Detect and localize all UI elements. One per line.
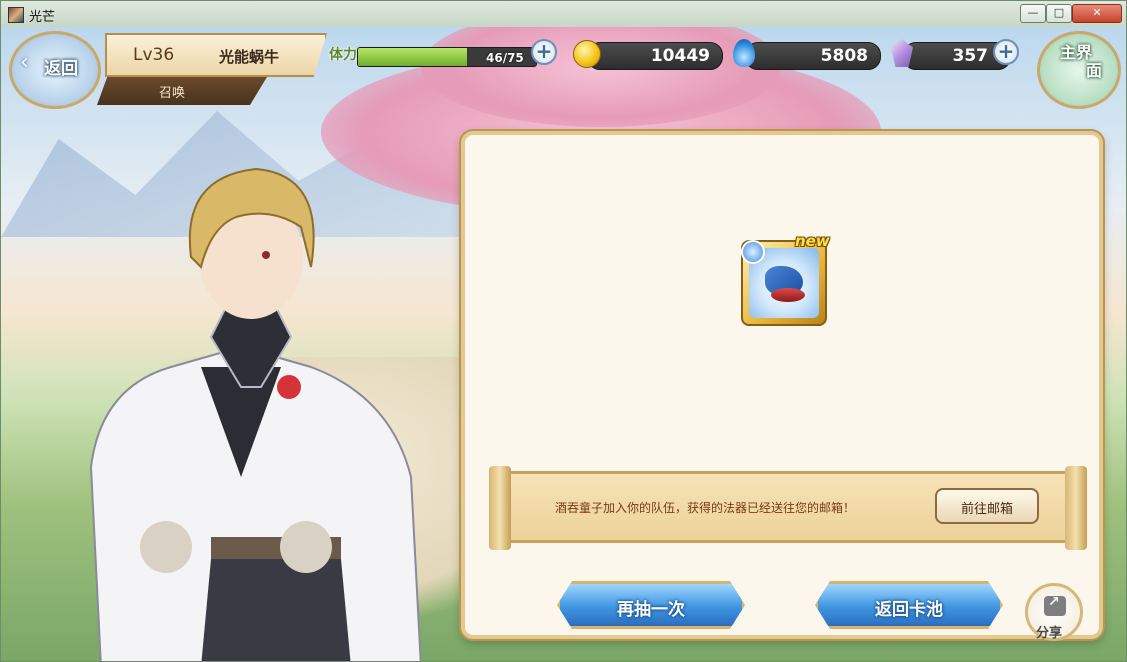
draw-again-button[interactable]: 再抽一次 — [557, 581, 745, 629]
add-crystal-button[interactable]: + — [993, 39, 1019, 65]
mode-label: 召唤 — [159, 86, 186, 101]
add-stamina-button[interactable]: + — [531, 39, 557, 65]
back-arrow-icon: ‹ — [20, 50, 29, 75]
crystal-value: 357 — [952, 46, 989, 66]
main-menu-label-line1: 主界 — [1060, 43, 1093, 62]
share-button[interactable]: ↗ 分享 — [1025, 583, 1083, 641]
summon-result-panel: new 酒吞童子加入你的队伍，获得的法器已经送往您的邮箱！ 前往邮箱 再抽一次 … — [461, 131, 1103, 641]
maximize-button[interactable]: □ — [1046, 4, 1072, 23]
new-badge: new — [795, 232, 830, 250]
main-menu-label: 主界 面 — [1060, 44, 1102, 80]
back-button[interactable]: ‹ 返回 — [9, 31, 101, 109]
minimize-button[interactable]: — — [1020, 4, 1046, 23]
game-window: 光芒 — □ ✕ ‹ 返回 Lv36 光能蜗牛 召唤 体力 46/75 + 10… — [0, 0, 1127, 662]
main-menu-button[interactable]: 主界 面 — [1037, 31, 1121, 109]
share-arrow-icon: ↗ — [1048, 594, 1060, 610]
gold-bar: 10449 — [587, 42, 723, 70]
back-to-pool-label: 返回卡池 — [875, 600, 943, 620]
water-attribute-icon — [741, 240, 765, 264]
draw-again-label: 再抽一次 — [617, 600, 685, 620]
game-scene: ‹ 返回 Lv36 光能蜗牛 召唤 体力 46/75 + 10449 5808 — [1, 27, 1126, 661]
gold-value: 10449 — [650, 46, 710, 66]
back-to-pool-button[interactable]: 返回卡池 — [815, 581, 1003, 629]
scroll-left-end — [489, 466, 511, 550]
window-title: 光芒 — [29, 10, 56, 25]
stamina-fill — [358, 48, 468, 66]
scroll-right-end — [1065, 466, 1087, 550]
player-level: Lv36 — [133, 45, 175, 65]
spirit-bar: 5808 — [745, 42, 881, 70]
gold-coin-icon — [573, 40, 601, 68]
card-art-base — [771, 288, 805, 302]
message-scroll: 酒吞童子加入你的队伍，获得的法器已经送往您的邮箱！ 前往邮箱 — [489, 466, 1087, 550]
app-icon — [8, 7, 24, 23]
stamina-value: 46/75 — [486, 51, 524, 65]
character-illustration — [89, 167, 422, 661]
close-button[interactable]: ✕ — [1072, 4, 1122, 23]
result-message: 酒吞童子加入你的队伍，获得的法器已经送往您的邮箱！ — [555, 501, 856, 515]
obtained-card[interactable]: new — [741, 232, 830, 326]
go-to-mailbox-button[interactable]: 前往邮箱 — [935, 488, 1039, 524]
back-label: 返回 — [44, 59, 78, 79]
player-name: 光能蜗牛 — [219, 48, 280, 66]
spirit-value: 5808 — [820, 46, 868, 66]
main-menu-label-line2: 面 — [1086, 61, 1103, 80]
stamina-label: 体力 — [329, 47, 357, 63]
title-bar[interactable]: 光芒 — □ ✕ — [1, 1, 1126, 28]
share-label: 分享 — [1036, 626, 1063, 641]
go-to-mailbox-label: 前往邮箱 — [960, 502, 1013, 517]
blue-flame-icon — [733, 39, 755, 67]
player-plate: Lv36 光能蜗牛 — [105, 33, 327, 77]
mode-tag: 召唤 — [97, 77, 267, 105]
